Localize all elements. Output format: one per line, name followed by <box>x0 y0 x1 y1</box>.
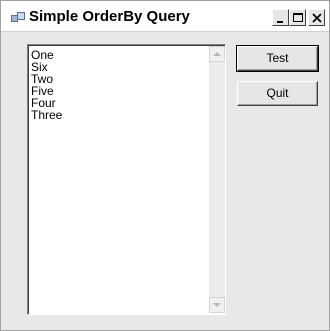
vertical-scrollbar[interactable] <box>209 46 225 313</box>
app-icon <box>11 11 25 23</box>
arrow-down-icon <box>213 303 221 307</box>
window-title: Simple OrderBy Query <box>29 8 190 25</box>
close-button[interactable] <box>308 9 325 26</box>
list-item[interactable]: Three <box>31 109 62 121</box>
results-listbox[interactable]: One Six Two Five Four Three <box>27 44 226 315</box>
main-window: Simple OrderBy Query One Six Two Five Fo… <box>0 0 330 331</box>
title-bar[interactable]: Simple OrderBy Query <box>1 1 329 32</box>
close-icon <box>312 13 322 23</box>
arrow-up-icon <box>213 52 221 56</box>
scroll-down-button[interactable] <box>209 297 225 313</box>
scroll-up-button[interactable] <box>209 46 225 62</box>
maximize-button[interactable] <box>289 9 306 26</box>
listbox-items: One Six Two Five Four Three <box>31 49 62 121</box>
minimize-button[interactable] <box>272 9 289 26</box>
quit-button[interactable]: Quit <box>237 81 318 106</box>
maximize-icon <box>293 13 303 22</box>
client-area: One Six Two Five Four Three Test Quit <box>10 32 322 323</box>
minimize-icon <box>277 21 283 23</box>
caption-buttons <box>272 9 325 26</box>
test-button[interactable]: Test <box>236 45 319 72</box>
